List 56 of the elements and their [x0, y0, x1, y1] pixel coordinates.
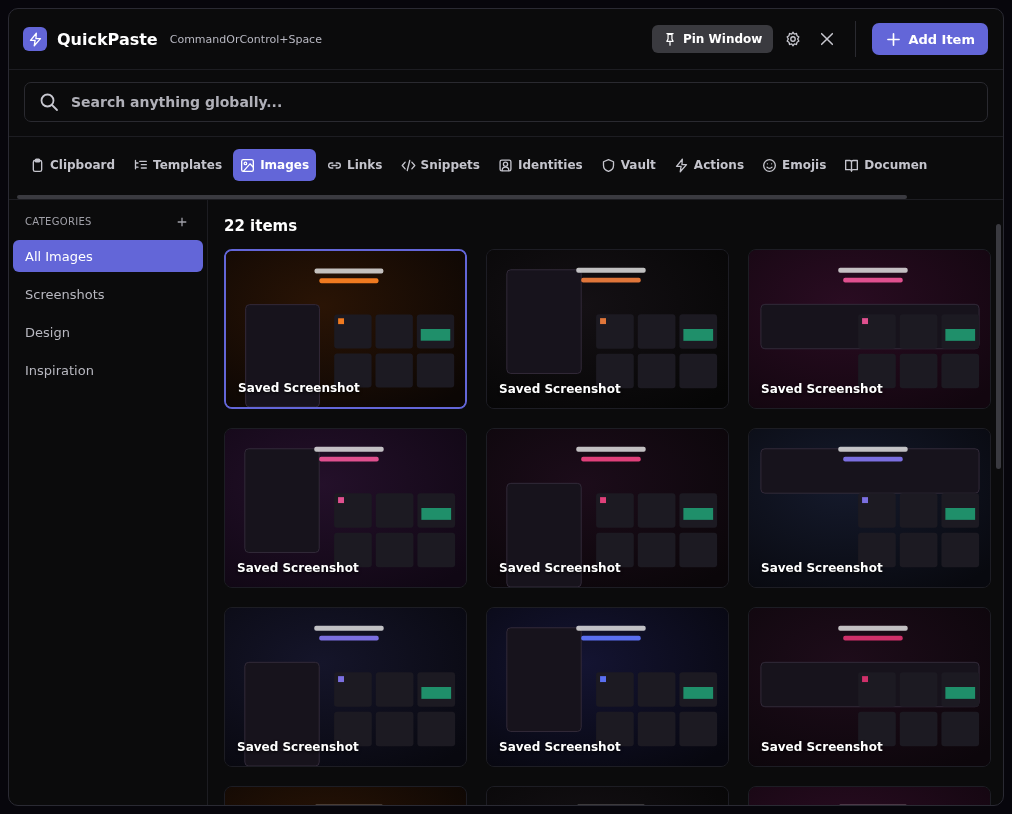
sidebar-item[interactable]: Inspiration	[13, 354, 203, 386]
card-caption: Saved Screenshot	[238, 381, 360, 395]
pin-window-button[interactable]: Pin Window	[651, 25, 774, 53]
image-icon	[240, 157, 256, 173]
tab[interactable]: Snippets	[393, 149, 487, 181]
search-field[interactable]: Search anything globally...	[24, 82, 988, 122]
close-icon	[819, 31, 836, 47]
sidebar-item[interactable]: Design	[13, 316, 203, 348]
sidebar-item[interactable]: All Images	[13, 240, 203, 272]
scrollbar[interactable]	[17, 195, 907, 199]
lightning-icon	[673, 157, 689, 173]
image-card[interactable]: Saved Screenshot	[748, 607, 991, 767]
close-button[interactable]	[819, 31, 836, 47]
card-caption: Saved Screenshot	[499, 561, 621, 575]
sidebar-heading: CATEGORIES	[25, 216, 92, 227]
book-icon	[844, 157, 860, 173]
scrollbar[interactable]	[996, 224, 1001, 469]
card-caption: Saved Screenshot	[499, 382, 621, 396]
settings-button[interactable]	[785, 31, 802, 47]
tab[interactable]: Actions	[666, 149, 752, 181]
item-count: 22 items	[224, 217, 299, 235]
image-card[interactable]: Saved Screenshot	[486, 607, 729, 767]
sidebar-item[interactable]: Screenshots	[13, 278, 203, 310]
person-icon	[498, 157, 513, 173]
tab[interactable]: Documen	[837, 149, 935, 181]
smiley-icon	[762, 157, 778, 173]
image-card[interactable]: Saved Screenshot	[748, 249, 991, 409]
shield-icon	[600, 157, 616, 173]
image-card[interactable]: Saved Screenshot	[486, 428, 729, 588]
code-icon	[400, 157, 416, 173]
plus-icon[interactable]	[177, 216, 187, 227]
image-card[interactable]: Saved Screenshot	[224, 428, 467, 588]
image-card[interactable]: Saved Screenshot	[224, 249, 467, 409]
card-caption: Saved Screenshot	[761, 740, 883, 754]
tab[interactable]: Vault	[593, 149, 663, 181]
card-caption: Saved Screenshot	[761, 561, 883, 575]
search-icon	[39, 92, 59, 112]
card-caption: Saved Screenshot	[237, 740, 359, 754]
plus-icon	[887, 32, 901, 46]
settings-icon	[785, 31, 802, 47]
tab[interactable]: Clipboard	[23, 149, 123, 181]
image-card[interactable]: Saved Screenshot	[224, 607, 467, 767]
shortcut-label: CommandOrControl+Space	[169, 32, 322, 46]
card-caption: Saved Screenshot	[761, 382, 883, 396]
card-caption: Saved Screenshot	[237, 561, 359, 575]
image-card[interactable]: Saved Screenshot	[748, 428, 991, 588]
tab[interactable]: Emojis	[755, 149, 834, 181]
add-item-button[interactable]: Add Item	[872, 23, 988, 55]
tab[interactable]: Links	[320, 149, 390, 181]
tab[interactable]: Templates	[126, 149, 230, 181]
clipboard-icon	[30, 157, 45, 173]
app-title: QuickPaste	[57, 29, 158, 49]
tab[interactable]: Images	[233, 149, 317, 181]
tab[interactable]: Identities	[491, 149, 590, 181]
image-card[interactable]: Saved Screenshot	[486, 249, 729, 409]
card-caption: Saved Screenshot	[499, 740, 621, 754]
